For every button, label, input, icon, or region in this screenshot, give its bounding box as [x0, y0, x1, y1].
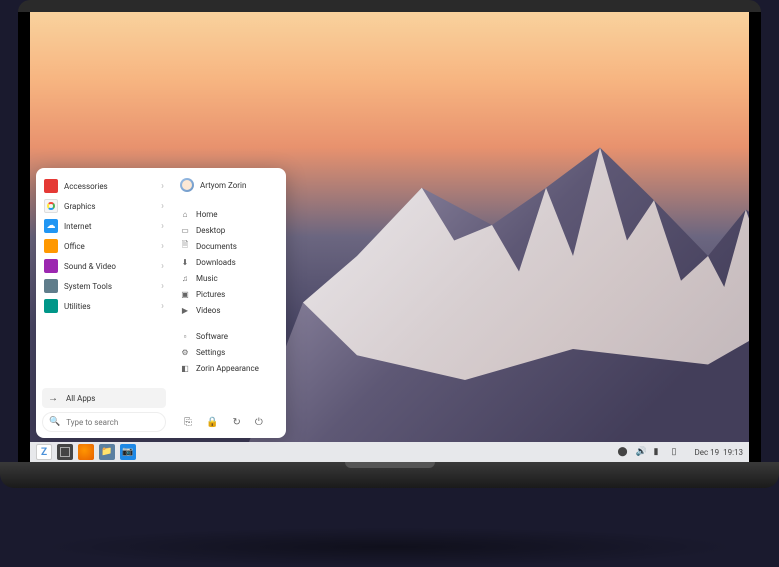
all-apps-button[interactable]: → All Apps: [42, 388, 166, 408]
battery-icon[interactable]: ▮: [653, 447, 665, 457]
screenshot-launcher[interactable]: [120, 444, 136, 460]
place-downloads[interactable]: ⬇ Downloads: [176, 254, 282, 270]
place-label: Documents: [196, 242, 237, 251]
chevron-right-icon: ›: [161, 301, 164, 312]
ico-system-icon: [44, 279, 58, 293]
category-label: Accessories: [64, 182, 161, 191]
menu-categories-pane: Accessories›Graphics›Internet›Office›Sou…: [36, 168, 172, 438]
place-label: Home: [196, 210, 218, 219]
chevron-right-icon: ›: [161, 221, 164, 232]
network-icon[interactable]: ⬤: [617, 447, 629, 457]
files-launcher[interactable]: [99, 444, 115, 460]
category-label: Internet: [64, 222, 161, 231]
arrow-right-icon: →: [48, 393, 58, 404]
ico-office-icon: [44, 239, 58, 253]
syslink-software[interactable]: ▫ Software: [176, 328, 282, 344]
user-button[interactable]: Artyom Zorin: [176, 176, 282, 194]
zorin-appearance-icon: ◧: [180, 364, 190, 373]
syslink-label: Software: [196, 332, 228, 341]
chevron-right-icon: ›: [161, 181, 164, 192]
firefox-launcher[interactable]: [78, 444, 94, 460]
place-desktop[interactable]: ▭ Desktop: [176, 222, 282, 238]
user-name-label: Artyom Zorin: [200, 181, 246, 190]
place-music[interactable]: ♫ Music: [176, 270, 282, 286]
category-utilities[interactable]: Utilities›: [40, 296, 168, 316]
start-button[interactable]: [36, 444, 52, 460]
settings-icon: ⚙: [180, 348, 190, 357]
desktop-wallpaper: Accessories›Graphics›Internet›Office›Sou…: [30, 12, 749, 462]
menu-places-pane: Artyom Zorin ⌂ Home ▭ Desktop 🗎 Documents ⬇ Dow…: [172, 168, 286, 438]
syslink-label: Zorin Appearance: [196, 364, 259, 373]
category-label: Utilities: [64, 302, 161, 311]
category-system-tools[interactable]: System Tools›: [40, 276, 168, 296]
home-icon: ⌂: [180, 210, 190, 219]
logout-button[interactable]: ⎘: [184, 417, 192, 428]
syslink-zorin-appearance[interactable]: ◧ Zorin Appearance: [176, 360, 282, 376]
pictures-icon: ▣: [180, 290, 190, 299]
restart-button[interactable]: ↻: [232, 417, 240, 428]
videos-icon: ▶: [180, 306, 190, 315]
category-accessories[interactable]: Accessories›: [40, 176, 168, 196]
software-icon: ▫: [180, 332, 190, 341]
music-icon: ♫: [180, 274, 190, 283]
place-documents[interactable]: 🗎 Documents: [176, 238, 282, 254]
place-pictures[interactable]: ▣ Pictures: [176, 286, 282, 302]
category-sound-video[interactable]: Sound & Video›: [40, 256, 168, 276]
lock-button[interactable]: 🔒: [206, 417, 218, 428]
ico-sound-icon: [44, 259, 58, 273]
syslink-label: Settings: [196, 348, 225, 357]
category-office[interactable]: Office›: [40, 236, 168, 256]
place-label: Downloads: [196, 258, 236, 267]
place-label: Pictures: [196, 290, 225, 299]
ico-utilities-icon: [44, 299, 58, 313]
category-internet[interactable]: Internet›: [40, 216, 168, 236]
chevron-right-icon: ›: [161, 201, 164, 212]
taskbar-date[interactable]: Dec 19 19:13: [694, 448, 743, 457]
desktop-icon: ▭: [180, 226, 190, 235]
notification-icon[interactable]: ▯: [671, 447, 683, 457]
workspace-switcher[interactable]: [57, 444, 73, 460]
place-label: Desktop: [196, 226, 225, 235]
search-input[interactable]: [66, 418, 159, 427]
downloads-icon: ⬇: [180, 258, 190, 267]
avatar: [180, 178, 194, 192]
place-home[interactable]: ⌂ Home: [176, 206, 282, 222]
place-videos[interactable]: ▶ Videos: [176, 302, 282, 318]
ico-graphics-icon: [44, 199, 58, 213]
category-label: Sound & Video: [64, 262, 161, 271]
category-label: Office: [64, 242, 161, 251]
category-label: System Tools: [64, 282, 161, 291]
documents-icon: 🗎: [180, 239, 190, 253]
search-box[interactable]: 🔍: [42, 412, 166, 432]
ico-internet-icon: [44, 219, 58, 233]
chevron-right-icon: ›: [161, 261, 164, 272]
shutdown-button[interactable]: ⏻: [255, 417, 263, 428]
all-apps-label: All Apps: [66, 394, 95, 403]
search-icon: 🔍: [49, 417, 60, 427]
place-label: Music: [196, 274, 218, 283]
chevron-right-icon: ›: [161, 241, 164, 252]
start-menu: Accessories›Graphics›Internet›Office›Sou…: [36, 168, 286, 438]
category-graphics[interactable]: Graphics›: [40, 196, 168, 216]
volume-icon[interactable]: 🔊: [635, 447, 647, 457]
category-label: Graphics: [64, 202, 161, 211]
taskbar: ⬤ 🔊 ▮ ▯ Dec 19 19:13: [30, 442, 749, 462]
chevron-right-icon: ›: [161, 281, 164, 292]
ico-accessories-icon: [44, 179, 58, 193]
power-row: ⎘ 🔒 ↻ ⏻: [176, 417, 282, 434]
place-label: Videos: [196, 306, 220, 315]
syslink-settings[interactable]: ⚙ Settings: [176, 344, 282, 360]
